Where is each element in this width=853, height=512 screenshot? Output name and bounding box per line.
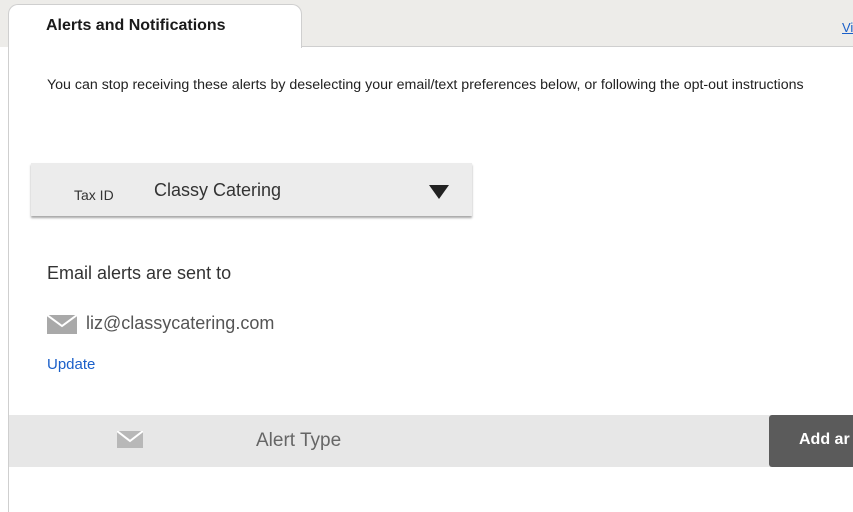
tax-id-label: Tax ID: [74, 187, 114, 203]
email-alerts-heading: Email alerts are sent to: [47, 263, 232, 283]
envelope-icon: [117, 431, 143, 448]
alert-type-column-header: Alert Type: [256, 430, 342, 451]
alerts-page: Alerts and Notifications Vi You can stop…: [0, 0, 853, 512]
tab-strip-divider: [300, 46, 853, 47]
alert-table-header: Alert Type Add ar: [9, 415, 853, 467]
tax-id-selected-value: Classy Catering: [154, 180, 282, 200]
tab-alerts-and-notifications[interactable]: Alerts and Notifications: [8, 4, 302, 48]
email-address: liz@classycatering.com: [86, 313, 275, 333]
caret-down-icon: [429, 185, 449, 199]
tax-id-select[interactable]: Tax ID Classy Catering: [31, 163, 472, 216]
tab-title: Alerts and Notifications: [46, 17, 226, 34]
add-alert-button-label: Add ar: [799, 431, 850, 448]
intro-text: You can stop receiving these alerts by d…: [47, 77, 804, 93]
view-link[interactable]: Vi: [842, 20, 853, 35]
update-email-link[interactable]: Update: [47, 356, 95, 373]
add-alert-button[interactable]: Add ar: [769, 415, 853, 467]
envelope-icon: [47, 315, 77, 334]
